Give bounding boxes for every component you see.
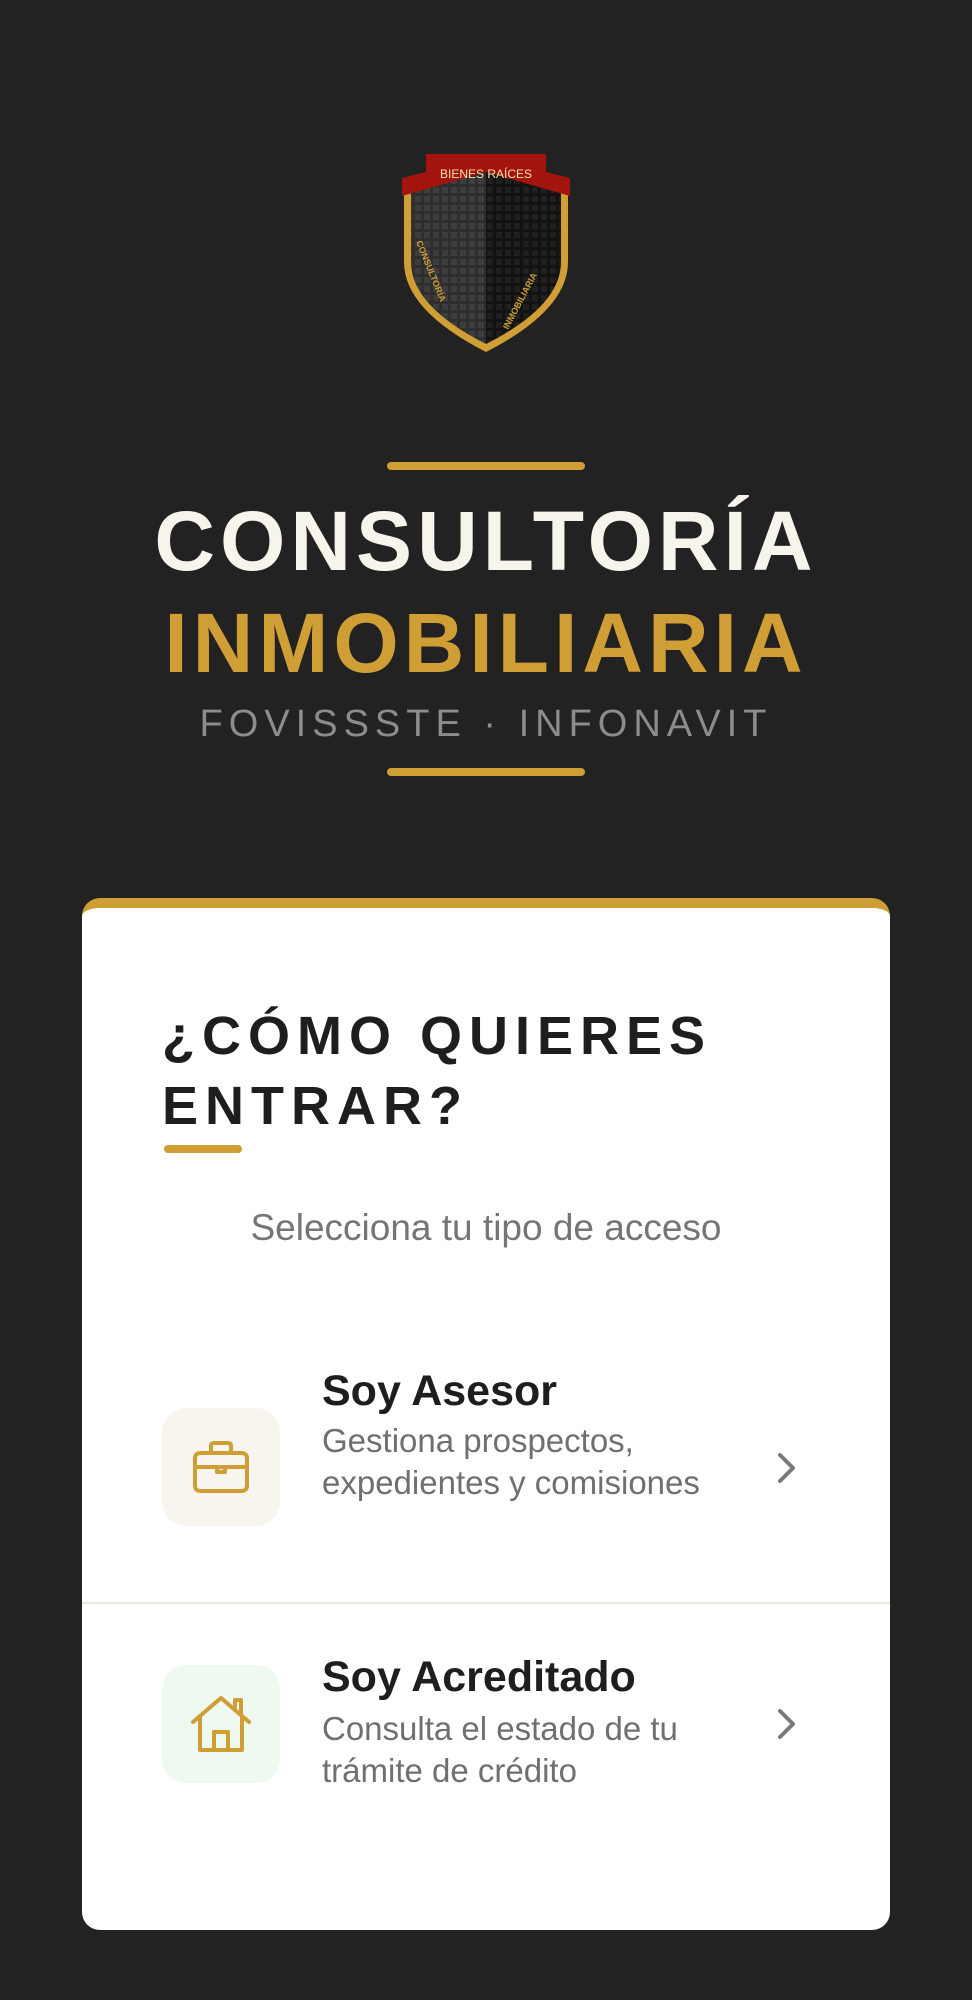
brand-bottom-rule [387, 768, 585, 776]
option-acreditado-button[interactable]: Soy Acreditado Consulta el estado de tu … [82, 1604, 890, 1874]
brand-title-line1: CONSULTORÍA [154, 494, 818, 588]
option-acreditado-description: Consulta el estado de tu trámite de créd… [322, 1710, 678, 1789]
chevron-right-icon [778, 1453, 795, 1483]
card-subtitle: Selecciona tu tipo de acceso [250, 1207, 722, 1248]
briefcase-icon-box [162, 1408, 280, 1526]
briefcase-icon [193, 1441, 249, 1493]
brand-subtitle: FOVISSSTE · INFONAVIT [199, 703, 773, 745]
access-card: ¿CÓMO QUIERES ENTRAR? Selecciona tu tipo… [82, 898, 890, 1930]
shield-building-logo: BIENES RAÍCES CONSULTORÍA INMOBILIARIA [402, 154, 570, 352]
card-title-underline [164, 1145, 242, 1153]
chevron-right-icon [778, 1709, 795, 1739]
house-icon [191, 1696, 251, 1752]
brand-title-line2: INMOBILIARIA [164, 596, 808, 690]
option-asesor-title: Soy Asesor [322, 1367, 558, 1415]
logo-ribbon-text: BIENES RAÍCES [440, 166, 532, 181]
option-acreditado-title: Soy Acreditado [322, 1653, 636, 1701]
option-asesor-description: Gestiona prospectos, expedientes y comis… [322, 1422, 700, 1501]
card-title: ¿CÓMO QUIERES ENTRAR? [162, 1006, 713, 1136]
brand-top-rule [387, 462, 585, 470]
option-asesor-button[interactable]: Soy Asesor Gestiona prospectos, expedien… [82, 1345, 890, 1602]
house-icon-box [162, 1665, 280, 1783]
